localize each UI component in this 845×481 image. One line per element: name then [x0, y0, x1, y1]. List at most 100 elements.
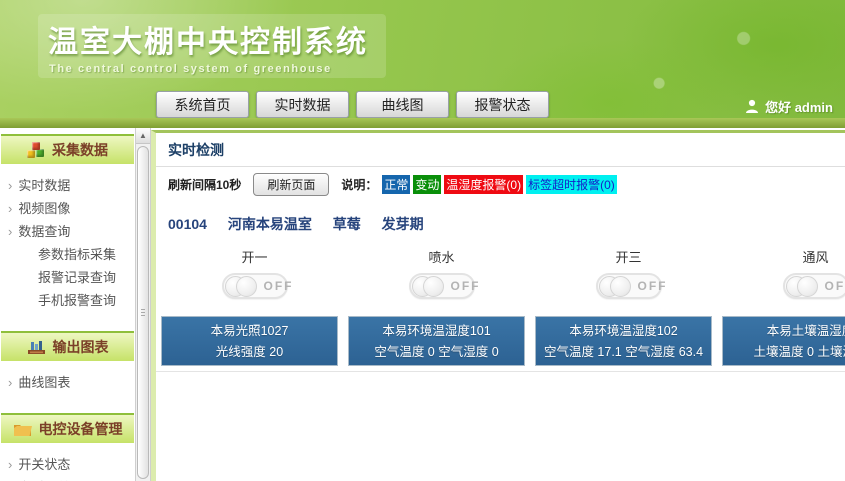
greenhouse-crop: 草莓	[333, 216, 361, 232]
toggle-state: OFF	[638, 279, 668, 293]
scrollbar-grip	[141, 309, 145, 317]
legend-label: 说明：	[341, 176, 377, 193]
app-header: 温室大棚中央控制系统 The central control system of…	[0, 0, 845, 128]
sidebar-item-label: 报警记录查询	[38, 270, 116, 285]
sidebar-item-label: 实时数据	[18, 178, 70, 193]
toggle-state: OFF	[264, 279, 294, 293]
sensor-card-env-102: 本易环境温湿度102 空气温度 17.1 空气湿度 63.4	[535, 316, 712, 366]
sensor-card-title: 本易土壤温湿度	[723, 321, 845, 342]
greenhouse-id: 00104	[168, 216, 207, 232]
sidebar-section-title: 输出图表	[53, 337, 109, 357]
toggle-state: OFF	[825, 279, 845, 293]
legend-chip-change: 变动	[413, 175, 441, 194]
sidebar-section-title: 电控设备管理	[39, 419, 123, 439]
greenhouse-name: 河南本易温室	[228, 216, 312, 232]
chevron-right-icon: ›	[8, 457, 12, 472]
sensor-card-value: 土壤温度 0 土壤湿度	[723, 342, 845, 363]
sidebar-section-output-charts[interactable]: 输出图表	[1, 331, 134, 361]
tab-realtime-data[interactable]: 实时数据	[256, 91, 349, 118]
switch-label: 开一	[241, 247, 267, 266]
chevron-right-icon: ›	[8, 178, 12, 193]
cards-underline	[156, 371, 845, 372]
tab-system-home[interactable]: 系统首页	[156, 91, 249, 118]
sidebar-item-switch-status[interactable]: › 开关状态	[0, 453, 135, 476]
chevron-right-icon: ›	[8, 201, 12, 216]
app-subtitle: The central control system of greenhouse	[49, 63, 386, 75]
sidebar-item-label: 数据查询	[18, 224, 70, 239]
legend-chip-normal: 正常	[382, 175, 410, 194]
sensor-card-value: 光线强度 20	[162, 342, 337, 363]
toggle-spray-water[interactable]: OFF	[409, 273, 475, 299]
switch-col-spray-water: 喷水 OFF	[348, 247, 535, 299]
toggle-open-three[interactable]: OFF	[596, 273, 662, 299]
sensor-card-title: 本易环境温湿度102	[536, 321, 711, 342]
sidebar-item-param-index-collect[interactable]: 参数指标采集	[0, 243, 135, 266]
legend-chip-tag-timeout-alarm: 标签超时报警(0)	[526, 175, 617, 194]
folder-icon	[13, 422, 32, 437]
sidebar-item-curve-charts[interactable]: › 曲线图表	[0, 371, 135, 394]
sensor-card-soil: 本易土壤温湿度 土壤温度 0 土壤湿度	[722, 316, 845, 366]
main-content: 实时检测 刷新间隔10秒 刷新页面 说明： 正常 变动 温湿度报警(0) 标签超…	[151, 130, 845, 481]
sidebar-item-label: 手机报警查询	[38, 293, 116, 308]
page-root: 温室大棚中央控制系统 The central control system of…	[0, 0, 845, 481]
switch-col-ventilation: 通风 OFF	[722, 247, 845, 299]
switch-row: 开一 OFF 喷水 OFF 开三 OFF	[156, 247, 845, 299]
sidebar-section-device-management[interactable]: 电控设备管理	[1, 413, 134, 443]
main-nav: 系统首页 实时数据 曲线图 报警状态	[156, 91, 549, 118]
switch-label: 通风	[802, 247, 828, 266]
sidebar-item-label: 参数指标采集	[38, 247, 116, 262]
sidebar: 采集数据 › 实时数据 › 视频图像 › 数据查询 参数指标采集 报警记录查询 手机报…	[0, 128, 135, 481]
sidebar-section-data-collection[interactable]: 采集数据	[1, 134, 134, 164]
chevron-right-icon: ›	[8, 224, 12, 239]
toggle-knob	[786, 276, 818, 297]
sidebar-list-data-collection: › 实时数据 › 视频图像 › 数据查询 参数指标采集 报警记录查询 手机报警查询	[0, 164, 135, 325]
sidebar-item-label: 开关状态	[18, 457, 70, 472]
toolbar: 刷新间隔10秒 刷新页面 说明： 正常 变动 温湿度报警(0) 标签超时报警(0…	[156, 167, 845, 201]
refresh-page-button[interactable]: 刷新页面	[253, 173, 329, 196]
sensor-card-env-101: 本易环境温湿度101 空气温度 0 空气湿度 0	[348, 316, 525, 366]
sidebar-item-phone-alarm-query[interactable]: 手机报警查询	[0, 289, 135, 312]
colored-cubes-icon	[27, 142, 45, 158]
sidebar-item-label: 曲线图表	[18, 375, 70, 390]
sidebar-list-device-management: › 开关状态 ›定时开关	[0, 443, 135, 481]
user-icon	[745, 99, 759, 114]
switch-col-open-three: 开三 OFF	[535, 247, 722, 299]
sidebar-item-timer-switch[interactable]: ›定时开关	[0, 476, 135, 481]
panel-title: 实时检测	[156, 133, 845, 167]
tab-alarm-status[interactable]: 报警状态	[456, 91, 549, 118]
chart-printer-icon	[27, 340, 46, 355]
sidebar-list-output-charts: › 曲线图表	[0, 361, 135, 407]
greenhouse-row: 00104 河南本易温室 草莓 发芽期	[168, 214, 845, 234]
switch-label: 喷水	[428, 247, 454, 266]
sidebar-item-alarm-record-query[interactable]: 报警记录查询	[0, 266, 135, 289]
toggle-ventilation[interactable]: OFF	[783, 273, 845, 299]
sidebar-item-data-query[interactable]: › 数据查询	[0, 220, 135, 243]
toggle-knob	[412, 276, 444, 297]
legend-chip-temp-humidity-alarm: 温湿度报警(0)	[444, 175, 523, 194]
sidebar-scrollbar: ▲	[135, 128, 151, 481]
chevron-right-icon: ›	[8, 375, 12, 390]
greenhouse-stage: 发芽期	[382, 216, 424, 232]
scrollbar-up-arrow-icon[interactable]: ▲	[136, 128, 150, 144]
refresh-interval-label: 刷新间隔10秒	[168, 176, 241, 193]
scrollbar-thumb[interactable]	[137, 146, 149, 479]
toggle-state: OFF	[451, 279, 481, 293]
sensor-card-title: 本易光照1027	[162, 321, 337, 342]
user-info[interactable]: 您好 admin	[745, 97, 833, 116]
sensor-card-value: 空气温度 17.1 空气湿度 63.4	[536, 342, 711, 363]
sensor-cards-row: 本易光照1027 光线强度 20 本易环境温湿度101 空气温度 0 空气湿度 …	[156, 316, 845, 366]
sensor-card-title: 本易环境温湿度101	[349, 321, 524, 342]
tab-curve-chart[interactable]: 曲线图	[356, 91, 449, 118]
sensor-card-light: 本易光照1027 光线强度 20	[161, 316, 338, 366]
switch-label: 开三	[615, 247, 641, 266]
user-greeting: 您好 admin	[765, 97, 833, 116]
sensor-card-value: 空气温度 0 空气湿度 0	[349, 342, 524, 363]
app-title: 温室大棚中央控制系统	[48, 17, 386, 61]
sidebar-item-video-images[interactable]: › 视频图像	[0, 197, 135, 220]
header-separator	[0, 118, 845, 128]
switch-col-open-one: 开一 OFF	[161, 247, 348, 299]
toggle-open-one[interactable]: OFF	[222, 273, 288, 299]
sidebar-item-label: 视频图像	[18, 201, 70, 216]
sidebar-item-realtime-data[interactable]: › 实时数据	[0, 174, 135, 197]
toggle-knob	[225, 276, 257, 297]
